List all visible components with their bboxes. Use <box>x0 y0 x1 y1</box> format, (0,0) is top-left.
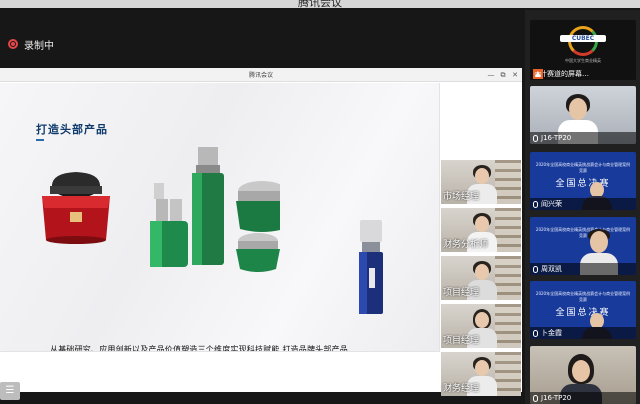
participant-label: 市场经理 <box>443 192 480 202</box>
mic-icon <box>533 134 538 142</box>
participant-tile[interactable]: 财务分析师 <box>441 208 521 252</box>
red-cream-jar-image <box>42 172 110 244</box>
shared-window-title-bar: 腾讯会议 — ⧉ ✕ <box>0 68 522 82</box>
participant-label: 项目经理 <box>443 336 480 346</box>
logo-tile[interactable]: CUBEC 中国大学生商业精英 ▲ ▭ 会计赛道的屏幕… <box>530 20 636 80</box>
mic-icon <box>533 394 538 402</box>
menu-icon[interactable]: ☰ <box>0 382 20 400</box>
video-tile[interactable]: 2020年全国高校商业精英挑战赛会计与商业管理案例竞赛 全国总决赛 阎兴荣 <box>530 152 636 210</box>
window-title: 腾讯会议 <box>298 0 342 8</box>
record-icon <box>8 39 18 49</box>
blue-serum-bottle-image <box>359 220 383 314</box>
minimize-button[interactable]: — <box>485 70 497 80</box>
participant-label: 项目经理 <box>443 288 480 298</box>
shared-window-title: 腾讯会议 <box>248 72 273 79</box>
conference-title: 2020年全国高校商业精英挑战赛会计与商业管理案例竞赛 <box>535 162 631 173</box>
tile-name: J16-TP20 <box>541 134 572 142</box>
participant-tile[interactable]: 项目经理 <box>441 304 521 348</box>
screen-share-icon: ▭ <box>534 69 542 78</box>
tile-name: J16-TP20 <box>541 394 572 402</box>
mic-icon <box>533 329 538 337</box>
meeting-app: 腾讯会议 录制中 腾讯会议 — ⧉ ✕ 打造头部产品 从基础研究、应用创新以及产… <box>0 0 640 404</box>
tile-name: 周双凯 <box>541 265 562 273</box>
participant-tile[interactable]: 市场经理 <box>441 160 521 204</box>
maximize-button[interactable]: ⧉ <box>497 70 509 80</box>
video-tile[interactable]: 2020年全国高校商业精英挑战赛会计与商业管理案例竞赛 全国总决赛 卜金霞 <box>530 281 636 339</box>
close-button[interactable]: ✕ <box>509 70 521 80</box>
participant-label: 财务经理 <box>443 384 480 394</box>
participant-tile[interactable]: 项目经理 <box>441 256 521 300</box>
presentation-slide: 打造头部产品 从基础研究、应用创新以及产品价值塑造三个维度实现科技赋能,打造品牌… <box>0 83 440 352</box>
recording-indicator[interactable]: 录制中 <box>8 36 54 52</box>
slide-title: 打造头部产品 <box>36 123 108 136</box>
participant-tile[interactable]: 财务经理 <box>441 352 521 396</box>
slide-caption: 从基础研究、应用创新以及产品价值塑造三个维度实现科技赋能,打造品牌头部产品 <box>50 345 348 352</box>
conference-title: 2020年全国高校商业精英挑战赛会计与商业管理案例竞赛 <box>535 227 631 238</box>
mic-icon <box>533 265 538 273</box>
video-tile[interactable]: J16-TP20 <box>530 346 636 404</box>
conference-banner: 全国总决赛 <box>555 308 611 318</box>
video-tile[interactable]: J16-TP20 <box>530 86 636 144</box>
participant-label: 财务分析师 <box>443 240 489 250</box>
slide-title-underline <box>36 139 44 141</box>
shared-screen-window: 腾讯会议 — ⧉ ✕ 打造头部产品 从基础研究、应用创新以及产品价值塑造三个维度… <box>0 68 522 400</box>
mic-icon <box>533 200 538 208</box>
video-strip: CUBEC 中国大学生商业精英 ▲ ▭ 会计赛道的屏幕… J16-TP20 20… <box>525 10 640 404</box>
logo-text: CUBEC <box>560 35 606 42</box>
green-skincare-set-image <box>150 147 280 272</box>
conference-title: 2020年全国高校商业精英挑战赛会计与商业管理案例竞赛 <box>535 291 631 302</box>
tile-name: 卜金霞 <box>541 329 562 337</box>
logo-subtext: 中国大学生商业精英 <box>565 58 601 63</box>
tile-name: 阎兴荣 <box>541 200 562 208</box>
video-tile[interactable]: 2020年全国高校商业精英挑战赛会计与商业管理案例竞赛 周双凯 <box>530 217 636 275</box>
conference-banner: 全国总决赛 <box>555 179 611 189</box>
recording-label: 录制中 <box>24 40 54 52</box>
window-title-bar: 腾讯会议 <box>0 0 640 8</box>
